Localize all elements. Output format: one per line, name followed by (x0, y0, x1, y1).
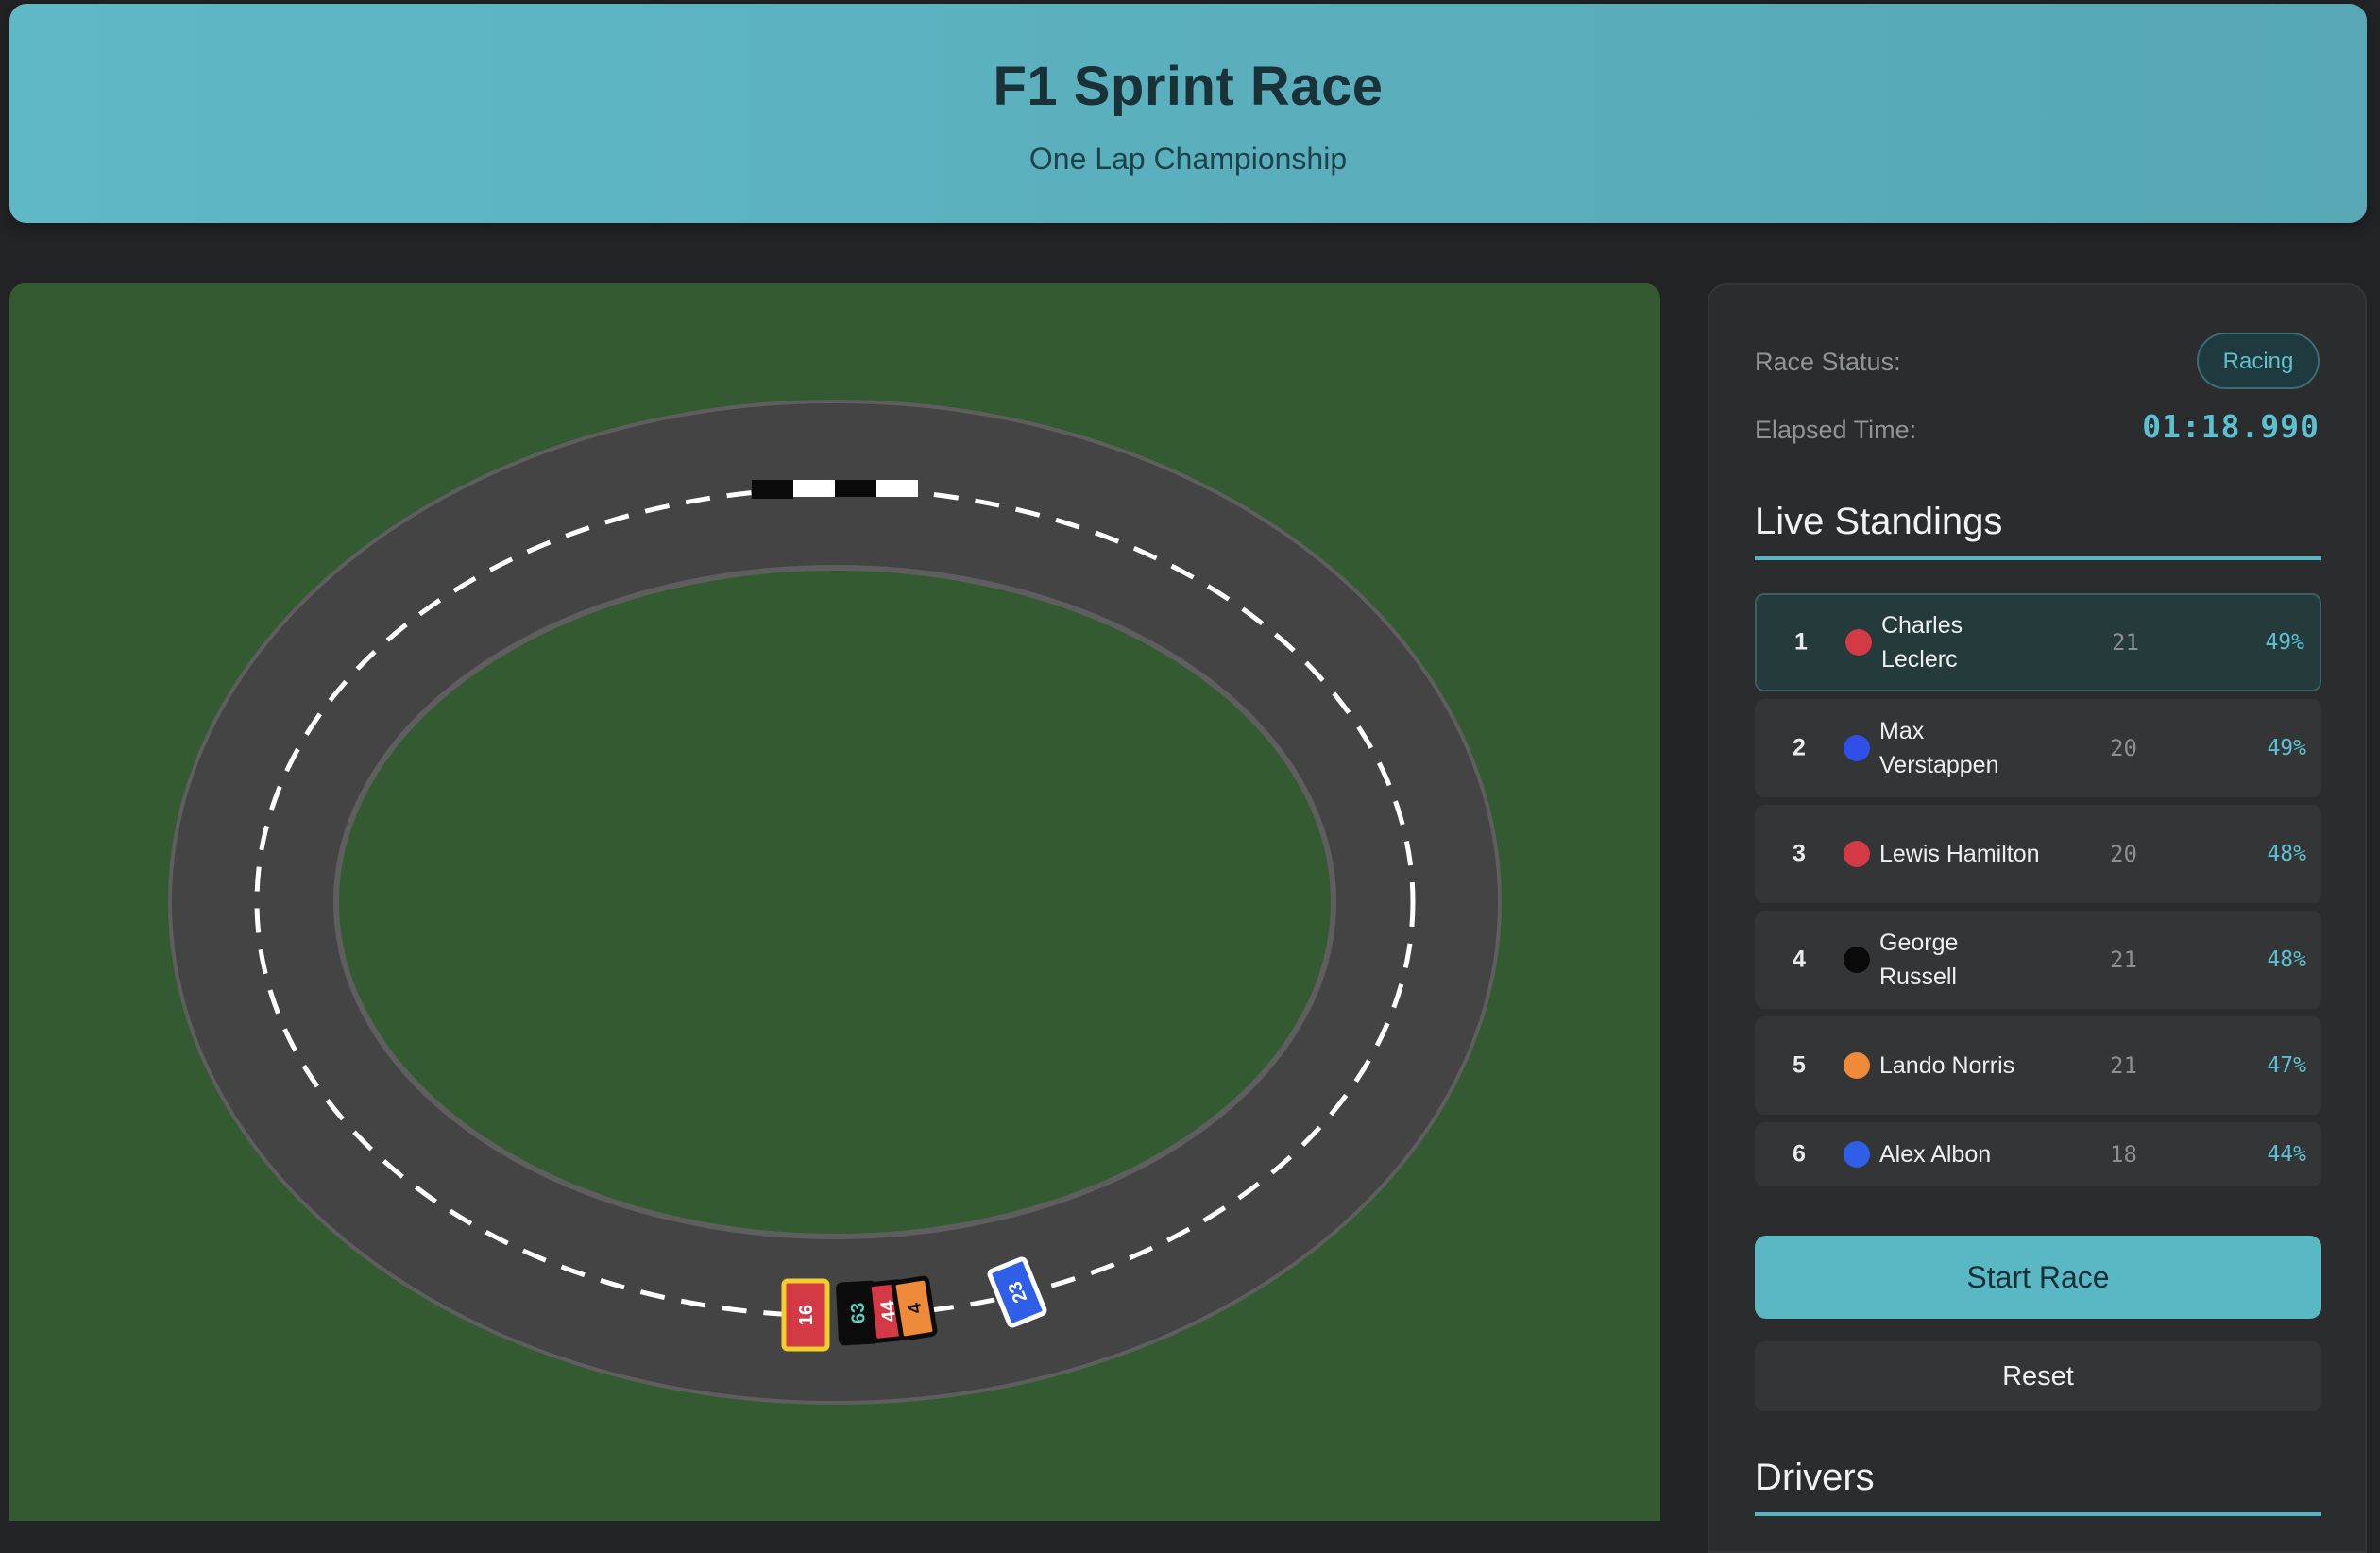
page-subtitle: One Lap Championship (1028, 142, 1348, 176)
car-number: 16 (796, 1305, 817, 1325)
driver-progress: 48% (2267, 842, 2306, 866)
team-color-dot (1844, 735, 1870, 761)
driver-laps: 21 (2110, 1052, 2137, 1079)
start-finish-line (752, 480, 918, 499)
race-status-badge: Racing (2197, 333, 2320, 389)
driver-laps: 20 (2110, 841, 2137, 867)
team-color-dot (1844, 1052, 1870, 1079)
standing-position: 2 (1793, 734, 1806, 761)
driver-progress: 44% (2267, 1142, 2306, 1167)
start-race-button[interactable]: Start Race (1755, 1236, 2321, 1319)
live-standings-title: Live Standings (1755, 501, 2321, 560)
race-track-canvas: 16 63 44 4 23 (9, 283, 1660, 1521)
elapsed-time-label: Elapsed Time: (1755, 416, 1917, 444)
infield-grass (333, 565, 1336, 1239)
reset-button[interactable]: Reset (1755, 1341, 2321, 1411)
driver-progress: 47% (2267, 1053, 2306, 1078)
header-banner: F1 Sprint Race One Lap Championship (9, 4, 2367, 223)
elapsed-time-value: 01:18.990 (2142, 408, 2320, 445)
standing-position: 1 (1794, 628, 1808, 656)
drivers-title: Drivers (1755, 1457, 2321, 1516)
race-sidebar: Race Status: Racing Elapsed Time: 01:18.… (1708, 283, 2367, 1553)
standings-row: 5 Lando Norris 21 47% (1755, 1016, 2321, 1115)
driver-name: Lando Norris (1879, 1052, 2015, 1079)
team-color-dot (1844, 1141, 1870, 1168)
driver-name: George Russell (1879, 930, 1959, 990)
team-color-dot (1844, 841, 1870, 867)
car-number: 63 (847, 1302, 869, 1323)
driver-progress: 48% (2267, 947, 2306, 972)
team-color-dot (1844, 947, 1870, 973)
standing-position: 6 (1793, 1140, 1806, 1168)
driver-name: Charles Leclerc (1881, 612, 1964, 673)
driver-laps: 20 (2110, 735, 2137, 761)
race-car: 16 (781, 1278, 830, 1352)
driver-progress: 49% (2267, 736, 2306, 760)
standing-position: 5 (1793, 1051, 1806, 1079)
track-svg: 16 63 44 423 (168, 400, 1502, 1405)
standings-list: 1 Charles Leclerc 21 49% 2 Max Verstappe… (1755, 593, 2321, 1194)
team-color-dot (1845, 629, 1872, 656)
standings-row: 3 Lewis Hamilton 20 48% (1755, 805, 2321, 903)
page-title: F1 Sprint Race (993, 56, 1384, 117)
standings-row: 6 Alex Albon 18 44% (1755, 1122, 2321, 1186)
driver-laps: 21 (2110, 947, 2137, 973)
standings-row: 2 Max Verstappen 20 49% (1755, 699, 2321, 797)
driver-name: Max Verstappen (1879, 718, 1999, 778)
driver-laps: 21 (2112, 629, 2139, 656)
standing-position: 3 (1793, 840, 1806, 867)
driver-name: Lewis Hamilton (1879, 841, 2040, 867)
standings-row: 4 George Russell 21 48% (1755, 911, 2321, 1009)
race-status-label: Race Status: (1755, 348, 1901, 376)
race-car: 4 (891, 1275, 938, 1341)
standing-position: 4 (1793, 946, 1806, 973)
driver-name: Alex Albon (1879, 1141, 1992, 1168)
driver-laps: 18 (2110, 1141, 2137, 1168)
driver-progress: 49% (2265, 630, 2304, 655)
standings-row: 1 Charles Leclerc 21 49% (1755, 593, 2321, 691)
